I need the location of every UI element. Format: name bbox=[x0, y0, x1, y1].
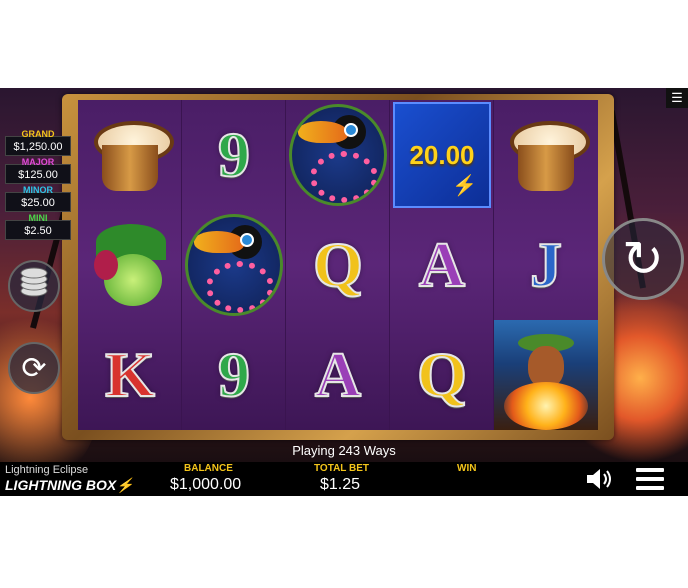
menu-top-button[interactable]: ☰ bbox=[666, 88, 688, 108]
menu-icon: ☰ bbox=[671, 90, 683, 105]
game-area: K 9 9 Q A 20.00 ⚡ A Q J GRAND $1,250.00 … bbox=[0, 88, 688, 496]
symbol-letter: A bbox=[286, 320, 390, 430]
lightning-bolt-icon: ⚡ bbox=[452, 175, 477, 197]
symbol-lightning: 20.00 ⚡ bbox=[390, 100, 494, 210]
symbol-a: A bbox=[418, 229, 466, 300]
reel-3: Q A bbox=[286, 100, 390, 430]
symbol-k: K bbox=[104, 339, 156, 410]
symbol-toucan bbox=[182, 210, 286, 320]
symbol-letter: J bbox=[494, 210, 598, 320]
bottom-bar: Lightning Eclipse LIGHTNING BOX⚡ BALANCE… bbox=[0, 462, 688, 496]
symbol-hula-dancer bbox=[494, 320, 598, 430]
symbol-9: 9 bbox=[217, 339, 251, 410]
hamburger-icon bbox=[636, 468, 664, 472]
symbol-letter: A bbox=[390, 210, 494, 320]
reel-1: K bbox=[78, 100, 182, 430]
lightning-coin: 20.00 ⚡ bbox=[393, 102, 491, 208]
symbol-coconut bbox=[78, 210, 182, 320]
reel-4: 20.00 ⚡ A Q bbox=[390, 100, 494, 430]
coin-stack-icon bbox=[17, 265, 51, 307]
toucan-icon bbox=[289, 104, 387, 206]
game-title: Lightning Eclipse bbox=[5, 464, 89, 476]
symbol-q: Q bbox=[312, 229, 364, 300]
lightning-bolt-icon: ⚡ bbox=[116, 477, 134, 493]
total-bet-label: TOTAL BET bbox=[314, 463, 369, 474]
symbol-9: 9 bbox=[217, 119, 251, 190]
total-bet-value: $1.25 bbox=[320, 476, 361, 493]
symbol-letter: 9 bbox=[182, 100, 286, 210]
reel-grid: K 9 9 Q A 20.00 ⚡ A Q J bbox=[78, 100, 598, 430]
drum-icon bbox=[90, 115, 174, 195]
jackpot-major: MAJOR $125.00 bbox=[5, 157, 71, 184]
balance-value: $1,000.00 bbox=[170, 476, 242, 493]
drum-icon bbox=[506, 115, 590, 195]
balance-label: BALANCE bbox=[184, 463, 233, 474]
ways-text: Playing 243 Ways bbox=[292, 443, 396, 458]
symbol-drum bbox=[494, 100, 598, 210]
symbol-q: Q bbox=[416, 339, 468, 410]
spin-button[interactable]: ↻ bbox=[602, 218, 684, 300]
reel-2: 9 9 bbox=[182, 100, 286, 430]
sound-button[interactable] bbox=[584, 466, 614, 492]
symbol-a: A bbox=[314, 339, 362, 410]
reel-5: J bbox=[494, 100, 598, 430]
jackpot-grand: GRAND $1,250.00 bbox=[5, 129, 71, 156]
toucan-icon bbox=[185, 214, 283, 316]
symbol-toucan bbox=[286, 100, 390, 210]
win-label: WIN bbox=[457, 463, 477, 474]
coconut-drink-icon bbox=[88, 220, 172, 310]
symbol-drum bbox=[78, 100, 182, 210]
spin-icon: ↻ bbox=[622, 231, 664, 287]
symbol-letter: 9 bbox=[182, 320, 286, 430]
menu-button[interactable] bbox=[636, 468, 664, 490]
symbol-letter: K bbox=[78, 320, 182, 430]
jackpot-mini: MINI $2.50 bbox=[5, 213, 71, 240]
speaker-icon bbox=[587, 469, 611, 489]
symbol-j: J bbox=[529, 229, 563, 300]
autoplay-icon: ⟳ bbox=[21, 351, 47, 385]
autoplay-button[interactable]: ⟳ bbox=[8, 342, 60, 394]
bet-button[interactable] bbox=[8, 260, 60, 312]
lightning-value: 20.00 bbox=[409, 139, 475, 170]
brand-logo: LIGHTNING BOX⚡ bbox=[5, 477, 134, 493]
symbol-letter: Q bbox=[286, 210, 390, 320]
jackpot-minor: MINOR $25.00 bbox=[5, 185, 71, 212]
symbol-letter: Q bbox=[390, 320, 494, 430]
